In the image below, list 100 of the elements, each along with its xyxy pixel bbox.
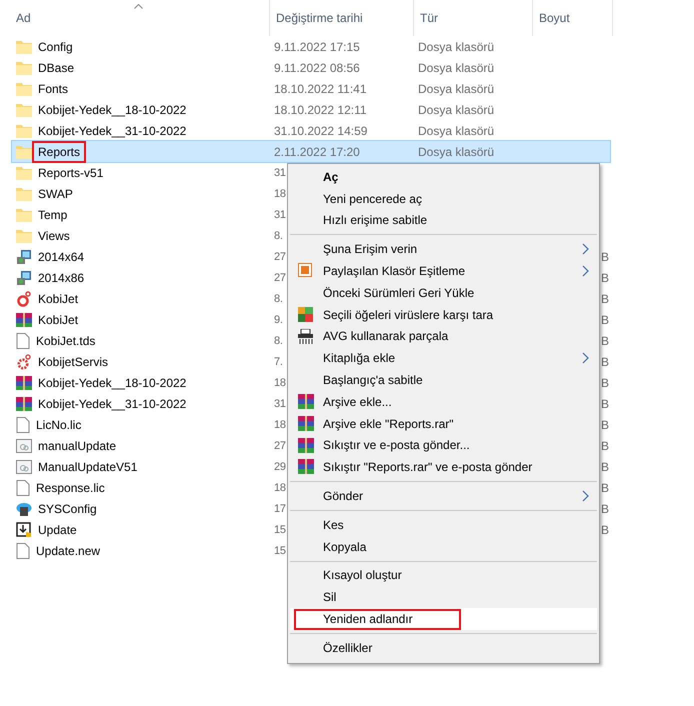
type-cell: Dosya klasörü: [418, 40, 494, 54]
column-header[interactable]: Değiştirme tarihi: [270, 0, 414, 36]
size-cell: B: [600, 334, 609, 348]
date-cell: 18: [274, 482, 286, 494]
folder-icon: [16, 82, 32, 96]
date-cell: 31: [274, 398, 286, 410]
menu-item[interactable]: Arşive ekle "Reports.rar": [290, 412, 597, 435]
file-name: Fonts: [37, 80, 70, 98]
size-cell: B: [600, 292, 609, 306]
file-name: KobiJet.tds: [35, 332, 96, 350]
date-cell: 8.: [274, 292, 283, 304]
cloud-icon: [16, 500, 32, 516]
menu-item[interactable]: AVG kullanarak parçala: [290, 326, 597, 348]
folder-icon: [16, 60, 32, 74]
app-window-icon: [16, 438, 32, 452]
file-name: Update: [37, 522, 78, 538]
file-icon: [16, 416, 30, 432]
type-cell: Dosya klasörü: [418, 60, 494, 74]
file-name: Config: [37, 38, 74, 56]
date-cell: 8.: [274, 230, 283, 242]
type-cell: Dosya klasörü: [418, 144, 494, 158]
date-cell: 27: [274, 250, 286, 262]
menu-item[interactable]: Seçili öğeleri virüslere karşı tara: [290, 304, 597, 326]
file-name: KobijetServis: [37, 354, 110, 370]
menu-item[interactable]: Hızlı erişime sabitle: [290, 210, 597, 232]
date-cell: 15: [274, 544, 286, 556]
date-cell: 31: [274, 166, 286, 178]
menu-item[interactable]: Önceki Sürümleri Geri Yükle: [290, 282, 597, 304]
type-cell: Dosya klasörü: [418, 102, 494, 116]
size-cell: B: [600, 396, 609, 410]
size-cell: B: [600, 460, 609, 474]
type-cell: Dosya klasörü: [418, 124, 494, 138]
gear-icon: [16, 354, 32, 370]
file-icon: [16, 542, 30, 558]
menu-item[interactable]: Aç: [290, 166, 597, 188]
file-name: Kobijet-Yedek__31-10-2022: [37, 396, 188, 412]
date-cell: 9.11.2022 17:15: [274, 40, 360, 54]
date-cell: 9.: [274, 314, 283, 326]
folder-icon: [16, 144, 32, 158]
size-cell: B: [600, 418, 609, 432]
menu-item[interactable]: Gönder: [290, 485, 597, 507]
menu-item[interactable]: Kes: [290, 514, 597, 536]
date-cell: 31: [274, 208, 286, 220]
file-name: Kobijet-Yedek__18-10-2022: [37, 102, 188, 118]
date-cell: 7.: [274, 356, 283, 368]
archive-icon: [16, 312, 32, 328]
archive-icon: [16, 374, 32, 390]
file-name: KobiJet: [37, 312, 80, 328]
menu-item[interactable]: Kopyala: [290, 536, 597, 558]
menu-item[interactable]: Yeniden adlandır: [290, 608, 597, 630]
size-cell: B: [600, 312, 609, 326]
file-name: manualUpdate: [37, 438, 118, 454]
menu-item[interactable]: Başlangıç'a sabitle: [290, 369, 597, 391]
date-cell: 18: [274, 418, 286, 430]
date-cell: 27: [274, 440, 286, 452]
file-icon: [16, 332, 30, 348]
size-cell: B: [600, 250, 609, 264]
menu-item[interactable]: Paylaşılan Klasör Eşitleme: [290, 260, 597, 282]
size-cell: B: [600, 376, 609, 390]
menu-item[interactable]: Sil: [290, 586, 597, 608]
file-name: Kobijet-Yedek__31-10-2022: [37, 122, 188, 140]
folder-icon: [16, 102, 32, 116]
date-cell: 18.10.2022 11:41: [274, 82, 367, 96]
column-header[interactable]: Tür: [414, 0, 533, 36]
archive-icon: [298, 438, 314, 453]
folder-icon: [16, 124, 32, 138]
archive-icon: [298, 394, 314, 409]
column-header[interactable]: Ad: [12, 0, 270, 36]
folder-icon: [16, 208, 32, 222]
archive-icon: [298, 459, 314, 474]
menu-item[interactable]: Özellikler: [290, 636, 597, 659]
file-name: 2014x86: [37, 270, 86, 286]
menu-item[interactable]: Kısayol oluştur: [290, 564, 597, 586]
menu-item[interactable]: Şuna Erişim verin: [290, 238, 597, 260]
file-name: Temp: [37, 206, 68, 224]
date-cell: 2.11.2022 17:20: [274, 144, 360, 158]
date-cell: 31.10.2022 14:59: [274, 124, 368, 138]
date-cell: 9.11.2022 08:56: [274, 60, 360, 74]
shredder-icon: [298, 328, 313, 344]
app-window-icon: [16, 460, 32, 474]
folder-icon: [16, 186, 32, 200]
date-cell: 27: [274, 272, 286, 284]
column-header[interactable]: Boyut: [533, 0, 613, 36]
menu-item[interactable]: Kitaplığa ekle: [290, 347, 597, 370]
menu-item[interactable]: Yeni pencerede aç: [290, 188, 597, 210]
menu-item[interactable]: Sıkıştır ve e-posta gönder...: [290, 434, 597, 456]
size-cell: B: [600, 502, 609, 516]
size-cell: B: [600, 438, 609, 452]
archive-icon: [298, 416, 314, 431]
date-cell: 18: [274, 188, 286, 200]
folder-icon: [16, 166, 32, 180]
size-cell: B: [600, 270, 609, 284]
size-cell: B: [600, 354, 609, 368]
date-cell: 18: [274, 376, 286, 388]
size-cell: B: [600, 480, 609, 494]
menu-item[interactable]: Arşive ekle...: [290, 390, 597, 413]
menu-item[interactable]: Sıkıştır "Reports.rar" ve e-posta gönder: [290, 456, 597, 478]
selected-row[interactable]: Reports 2.11.2022 17:20 Dosya klasörü: [12, 141, 610, 162]
app-icon: [16, 290, 32, 306]
antivirus-icon: [298, 306, 313, 322]
